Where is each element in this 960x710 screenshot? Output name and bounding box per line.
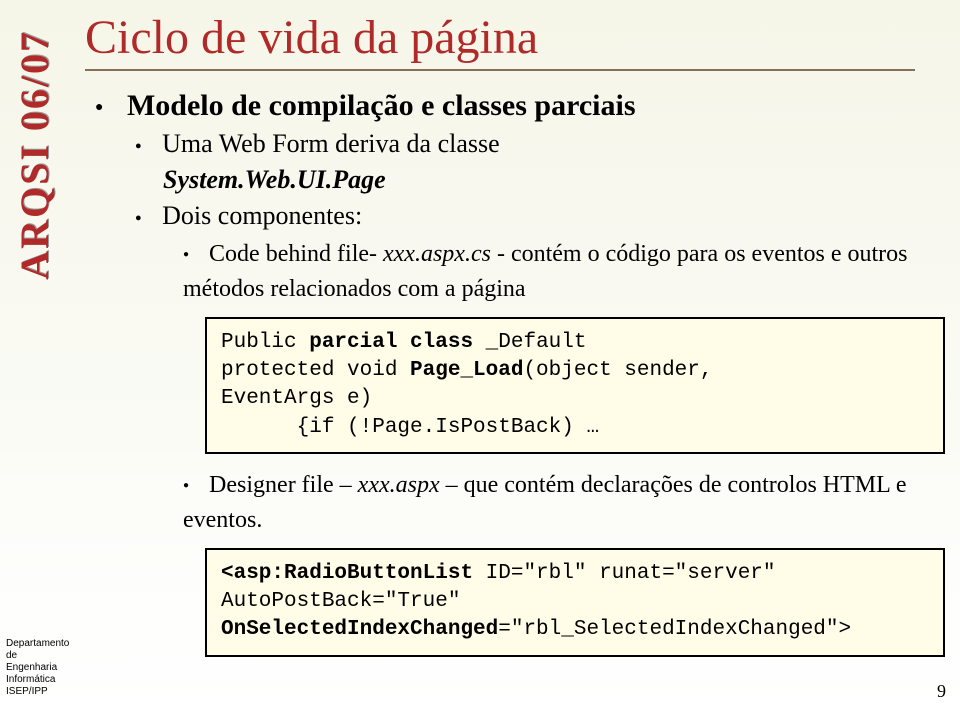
sidebar-footer: Departamento de Engenharia Informática I…	[6, 638, 69, 698]
class-name-line: System.Web.UI.Page	[95, 165, 940, 195]
code-box-2: <asp:RadioButtonList ID="rbl" runat="ser…	[205, 548, 945, 657]
bullet-text: Modelo de compilação e classes parciais	[127, 89, 636, 122]
bullet-text-italic: xxx.aspx.cs	[383, 241, 491, 267]
code-text: (object sender,	[523, 359, 712, 382]
code-keyword: Page_Load	[410, 359, 523, 382]
sidebar: ARQSI 06/07 Departamento de Engenharia I…	[0, 0, 68, 710]
title-rule	[85, 69, 915, 71]
code-keyword: <asp:RadioButtonList	[221, 562, 473, 585]
bullet-text-italic: xxx.aspx	[358, 472, 440, 498]
code-text: _Default	[486, 331, 587, 354]
code-text: AutoPostBack="True"	[221, 590, 460, 613]
code-text: protected void	[221, 359, 410, 382]
slide-title: Ciclo de vida da página	[85, 10, 940, 65]
footer-line-3: ISEP/IPP	[6, 686, 69, 698]
footer-line-2: Engenharia Informática	[6, 662, 69, 686]
code-box-1: Public parcial class _Default protected …	[205, 317, 945, 454]
code-text: Public	[221, 331, 309, 354]
bullet-text: Dois componentes:	[162, 201, 362, 230]
bullet-level3: Designer file – xxx.aspx – que contém de…	[183, 468, 940, 538]
bullet-level2: Uma Web Form deriva da classe	[135, 129, 940, 159]
sidebar-vertical-label: ARQSI 06/07	[11, 30, 58, 280]
code-text: {if (!Page.IsPostBack) …	[221, 416, 599, 439]
code-keyword: parcial class	[309, 331, 485, 354]
page-number: 9	[937, 681, 946, 702]
code-text: ID="rbl" runat="server"	[473, 562, 775, 585]
code-text: EventArgs e)	[221, 387, 372, 410]
slide-content: Ciclo de vida da página Modelo de compil…	[85, 10, 940, 671]
bullet-text: Uma Web Form deriva da classe	[162, 129, 500, 158]
bullet-level1: Modelo de compilação e classes parciais …	[95, 89, 940, 657]
bullet-level3: Code behind file- xxx.aspx.cs - contém o…	[183, 237, 940, 307]
code-keyword: OnSelectedIndexChanged	[221, 618, 498, 641]
bullet-text-prefix: Designer file –	[209, 472, 358, 498]
code-text: ="rbl_SelectedIndexChanged">	[498, 618, 851, 641]
bullet-text-prefix: Code behind file-	[209, 241, 383, 267]
bullet-level2: Dois componentes: Code behind file- xxx.…	[135, 201, 940, 657]
footer-line-1: Departamento de	[6, 638, 69, 662]
